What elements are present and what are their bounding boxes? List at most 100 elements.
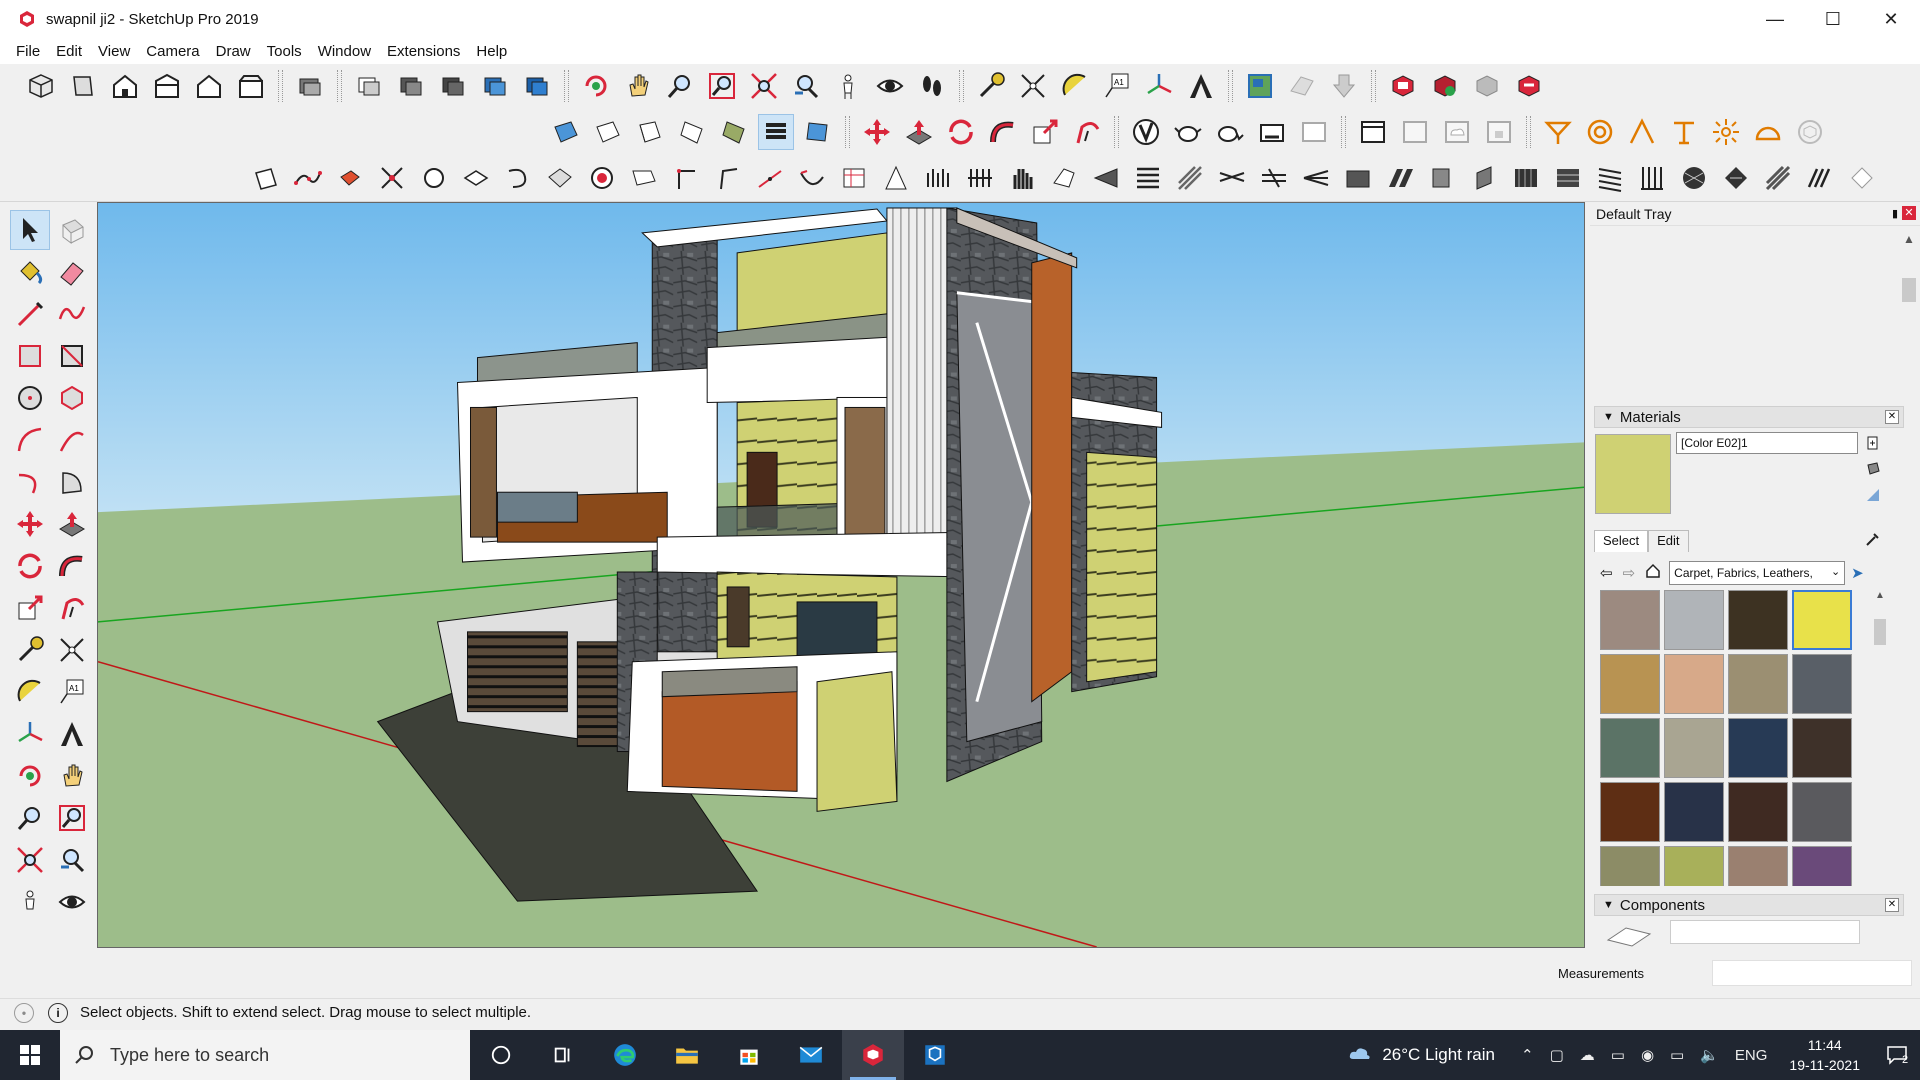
menu-draw[interactable]: Draw	[208, 43, 259, 60]
toolbar-grip[interactable]	[1371, 70, 1376, 102]
components-close-icon[interactable]: ✕	[1885, 898, 1899, 912]
material-thumbnail[interactable]	[1792, 654, 1852, 714]
plugin-tool-3-icon[interactable]	[332, 160, 368, 196]
plugin-tool-12-icon[interactable]	[710, 160, 746, 196]
zoom-extents-tool-icon[interactable]	[10, 840, 50, 880]
component-preview[interactable]	[1600, 920, 1660, 948]
material-thumbnail[interactable]	[1600, 654, 1660, 714]
tape-measure-tool-icon[interactable]	[10, 630, 50, 670]
lock-icon[interactable]	[1481, 114, 1517, 150]
plugin-tool-28-icon[interactable]	[1382, 160, 1418, 196]
monitor-icon[interactable]: ▭	[1670, 1046, 1684, 1064]
create-material-icon[interactable]	[1862, 432, 1884, 454]
sun-light-icon[interactable]	[1708, 114, 1744, 150]
plugin-tool-30-icon[interactable]	[1466, 160, 1502, 196]
style-xray-icon[interactable]	[292, 68, 328, 104]
plugin-tool-38-icon[interactable]	[1802, 160, 1838, 196]
plugin-tool-4-icon[interactable]	[374, 160, 410, 196]
right-view-icon[interactable]	[149, 68, 185, 104]
plugin-tool-37-icon[interactable]	[1760, 160, 1796, 196]
tray-scrollbar[interactable]: ▲	[1900, 232, 1918, 944]
back-arrow-icon[interactable]: ⇦	[1600, 564, 1613, 582]
protractor-tool-icon[interactable]	[10, 672, 50, 712]
details-arrow-icon[interactable]: ➤	[1851, 564, 1864, 582]
zoom-tool-icon[interactable]	[10, 798, 50, 838]
zoom-extents-icon[interactable]	[746, 68, 782, 104]
tab-select[interactable]: Select	[1594, 530, 1649, 552]
menu-camera[interactable]: Camera	[138, 43, 207, 60]
top-view-icon[interactable]	[65, 68, 101, 104]
toolbar-grip[interactable]	[1526, 116, 1531, 148]
plugin-tool-15-icon[interactable]	[836, 160, 872, 196]
plugin-tool-10-icon[interactable]	[626, 160, 662, 196]
circle-icon[interactable]	[10, 378, 50, 418]
select-tool-icon[interactable]	[10, 210, 50, 250]
plugin-tool-8-icon[interactable]	[542, 160, 578, 196]
materials-close-icon[interactable]: ✕	[1885, 410, 1899, 424]
offset-icon[interactable]	[1069, 114, 1105, 150]
material-thumbnail[interactable]	[1664, 846, 1724, 886]
toolbar-grip[interactable]	[959, 70, 964, 102]
library-dropdown[interactable]: Carpet, Fabrics, Leathers, ⌄	[1669, 561, 1846, 585]
task-view-icon[interactable]	[532, 1030, 594, 1080]
materials-panel-header[interactable]: ▼ Materials ✕	[1594, 406, 1904, 428]
tape-measure-icon[interactable]	[973, 68, 1009, 104]
face-style-icon[interactable]	[548, 114, 584, 150]
plugin-tool-29-icon[interactable]	[1424, 160, 1460, 196]
warehouse-icon[interactable]	[1242, 68, 1278, 104]
plugin-tool-31-icon[interactable]	[1508, 160, 1544, 196]
mail-icon[interactable]	[780, 1030, 842, 1080]
layout-taskbar-icon[interactable]	[904, 1030, 966, 1080]
close-button[interactable]: ✕	[1862, 0, 1920, 38]
asset-editor-icon[interactable]	[1296, 114, 1332, 150]
toolbar-grip[interactable]	[278, 70, 283, 102]
material-thumbnail[interactable]	[1664, 718, 1724, 778]
plugin-tool-6-icon[interactable]	[458, 160, 494, 196]
geo-location-icon[interactable]: •	[14, 1002, 34, 1023]
pan-icon[interactable]	[620, 68, 656, 104]
layout-send-icon[interactable]	[1511, 68, 1547, 104]
zoom-window-icon[interactable]	[704, 68, 740, 104]
plugin-tool-9-icon[interactable]	[584, 160, 620, 196]
chevron-up-icon[interactable]: ⌃	[1521, 1046, 1534, 1064]
position-camera-icon[interactable]	[830, 68, 866, 104]
orbit-tool-icon[interactable]	[10, 756, 50, 796]
3point-arc-icon[interactable]	[10, 462, 50, 502]
battery-icon[interactable]: ▭	[1611, 1046, 1625, 1064]
materials-scrollbar[interactable]: ▲	[1872, 590, 1888, 886]
rotated-rectangle-icon[interactable]	[52, 336, 92, 376]
collapse-triangle-icon[interactable]: ▼	[1603, 411, 1614, 423]
menu-file[interactable]: File	[8, 43, 48, 60]
tray-close-icon[interactable]: ✕	[1902, 206, 1916, 220]
ies-light-icon[interactable]	[1666, 114, 1702, 150]
previous-view-icon[interactable]	[788, 68, 824, 104]
device-icon[interactable]: ▢	[1550, 1046, 1564, 1064]
menu-view[interactable]: View	[90, 43, 138, 60]
sketchup-extension-icon[interactable]	[1469, 68, 1505, 104]
omni-light-icon[interactable]	[1540, 114, 1576, 150]
window-frame-2-icon[interactable]	[1397, 114, 1433, 150]
push-pull-tool-icon[interactable]	[52, 504, 92, 544]
share-model-icon[interactable]	[1284, 68, 1320, 104]
plugin-tool-14-icon[interactable]	[794, 160, 830, 196]
plugin-tool-34-icon[interactable]	[1634, 160, 1670, 196]
style-textured-icon[interactable]	[519, 68, 555, 104]
line-tool-icon[interactable]	[10, 294, 50, 334]
home-icon[interactable]	[1645, 563, 1661, 583]
plugin-tool-16-icon[interactable]	[878, 160, 914, 196]
maximize-button[interactable]: ☐	[1804, 0, 1862, 38]
polygon-icon[interactable]	[52, 378, 92, 418]
move-tool-icon[interactable]	[10, 504, 50, 544]
notifications-icon[interactable]: 2	[1874, 1044, 1920, 1066]
material-thumbnail[interactable]	[1600, 590, 1660, 650]
plugin-tool-35-icon[interactable]	[1676, 160, 1712, 196]
dome-light-icon[interactable]	[1750, 114, 1786, 150]
section-fill-icon[interactable]	[800, 114, 836, 150]
rotate-icon[interactable]	[943, 114, 979, 150]
onedrive-cloud-icon[interactable]: ☁	[1580, 1046, 1595, 1064]
plugin-tool-11-icon[interactable]	[668, 160, 704, 196]
plugin-tool-5-icon[interactable]	[416, 160, 452, 196]
extension-manager-icon[interactable]	[1427, 68, 1463, 104]
plugin-tool-39-icon[interactable]	[1844, 160, 1880, 196]
dimension-icon[interactable]	[1015, 68, 1051, 104]
